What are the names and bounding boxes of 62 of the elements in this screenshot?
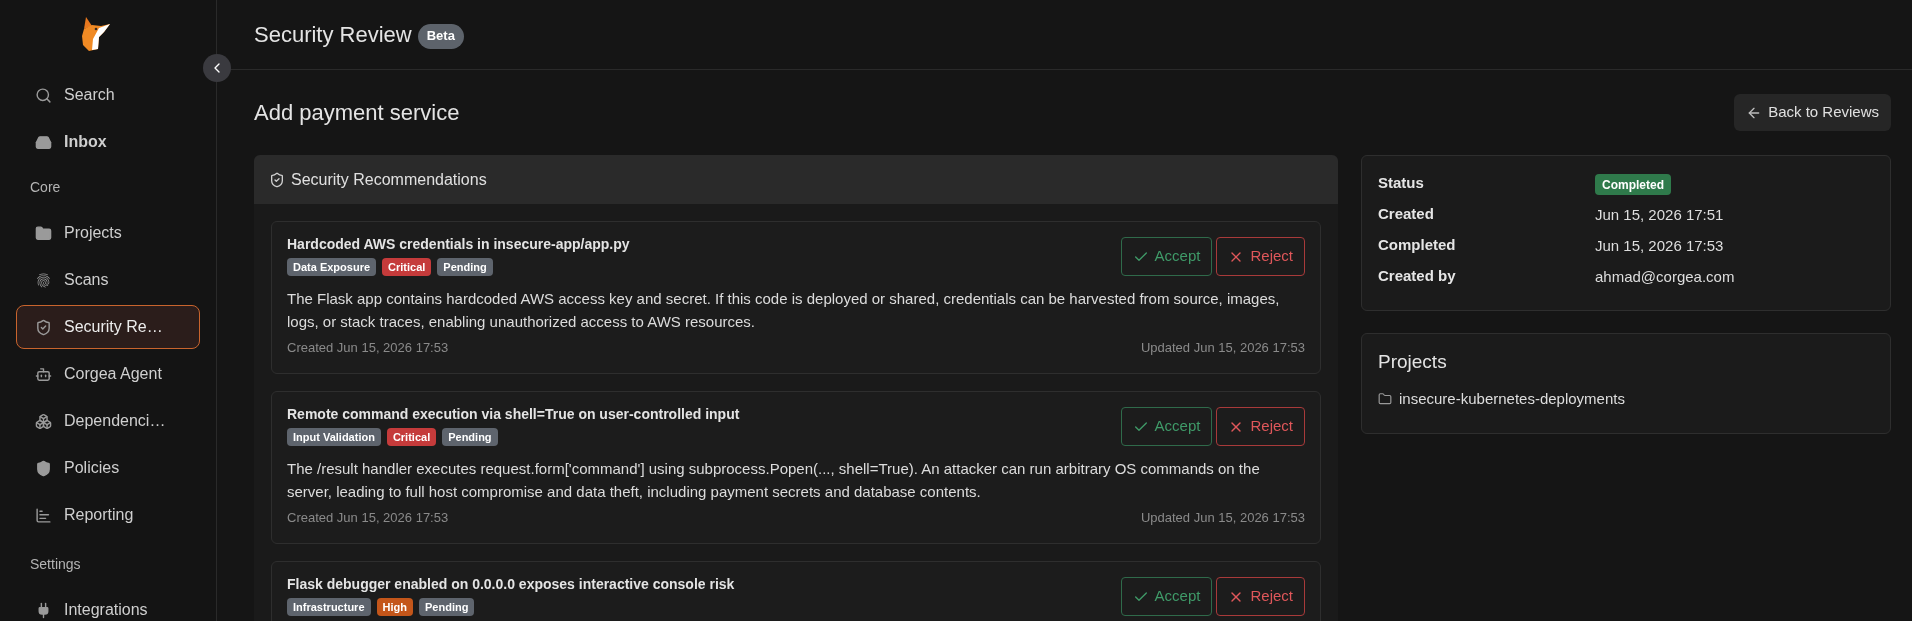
accept-button[interactable]: Accept	[1120, 577, 1213, 616]
collapse-button[interactable]	[203, 54, 231, 82]
tag-badge: High	[376, 598, 413, 616]
boxes-icon	[35, 412, 52, 430]
detail-value: ahmad@corgea.com	[1595, 267, 1735, 285]
page-header-title: Security Review	[254, 21, 412, 49]
folder-icon	[35, 224, 52, 242]
panel-title: Security Recommendations	[291, 169, 487, 190]
recommendation-description: The Flask app contains hardcoded AWS access key and secret. If this code is deployed or shared, credentials can be harvested from source, images, logs, or stack traces, enabling unauthorized access to AWS resources.	[287, 289, 1281, 332]
detail-value: Jun 15, 2026 17:51	[1595, 205, 1724, 223]
created-date: Created Jun 15, 2026 17:53	[287, 339, 449, 357]
created-date: Created Jun 15, 2026 17:53	[287, 509, 449, 527]
folder-icon	[1378, 392, 1392, 406]
nav-item[interactable]: Search	[16, 73, 200, 117]
tag-badge: Pending	[419, 598, 475, 616]
detail-label: Created	[1378, 204, 1435, 225]
shield-icon	[35, 459, 52, 477]
section-heading: Core	[30, 178, 61, 197]
tag-badge: Infrastructure	[287, 598, 371, 616]
tag-badge: Input Validation	[287, 428, 381, 446]
updated-date: Updated Jun 15, 2026 17:53	[1140, 339, 1305, 357]
accept-button[interactable]: Accept	[1120, 237, 1213, 276]
projects-heading: Projects	[1378, 350, 1448, 374]
shield-check-icon	[269, 171, 285, 188]
detail-label: Status	[1378, 173, 1425, 194]
accept-button[interactable]: Accept	[1120, 407, 1213, 446]
section-heading: Settings	[30, 555, 81, 574]
project-link[interactable]: insecure-kubernetes-deployments	[1378, 388, 1874, 410]
nav-item[interactable]: Scans	[16, 258, 200, 302]
tag-badge: Critical	[386, 428, 437, 446]
detail-label: Completed	[1378, 235, 1457, 256]
search-icon	[35, 86, 52, 104]
detail-value: Jun 15, 2026 17:53	[1595, 236, 1724, 254]
detail-label: Created by	[1378, 266, 1457, 287]
recommendation-title: Remote command execution via shell=True on user-controlled input	[287, 405, 740, 424]
back-button[interactable]: Back to Reviews	[1734, 94, 1891, 131]
robot-icon	[35, 365, 52, 383]
nav-item[interactable]: Policies	[16, 446, 200, 490]
tag-badge: Critical	[382, 258, 432, 276]
reject-button[interactable]: Reject	[1216, 577, 1305, 616]
tag-badge: Data Exposure	[287, 258, 377, 276]
fingerprint-icon	[35, 271, 52, 289]
tag-badge: Pending	[437, 258, 493, 276]
recommendation-title: Hardcoded AWS credentials in insecure-app/app.py	[287, 235, 630, 254]
beta-badge: Beta	[417, 23, 464, 49]
reject-button[interactable]: Reject	[1216, 407, 1305, 446]
reject-button[interactable]: Reject	[1216, 237, 1305, 276]
nav-item[interactable]: Projects	[16, 211, 200, 255]
status-badge: Completed	[1595, 174, 1671, 195]
updated-date: Updated Jun 15, 2026 17:53	[1140, 509, 1305, 527]
recommendation-description: The /result handler executes request.form['command'] using subprocess.Popen(..., shell=True). An attacker can run arbitrary OS commands on the server, leading to full host compromise and data theft, including payment secrets and database contents.	[287, 459, 1261, 502]
nav-item[interactable]: Inbox	[16, 120, 200, 164]
nav-item[interactable]: Corgea Agent	[16, 352, 200, 396]
shield-check-icon	[35, 318, 52, 336]
nav-item[interactable]: Integrations	[16, 588, 200, 621]
nav-item[interactable]: Security Re…	[16, 305, 200, 349]
review-title: Add payment service	[254, 99, 460, 127]
nav-item[interactable]: Reporting	[16, 493, 200, 537]
tag-badge: Pending	[442, 428, 498, 446]
recommendation-title: Flask debugger enabled on 0.0.0.0 exposes interactive console risk	[287, 575, 735, 594]
nav-item[interactable]: Dependenci…	[16, 399, 200, 443]
bar-chart-icon	[35, 506, 52, 524]
